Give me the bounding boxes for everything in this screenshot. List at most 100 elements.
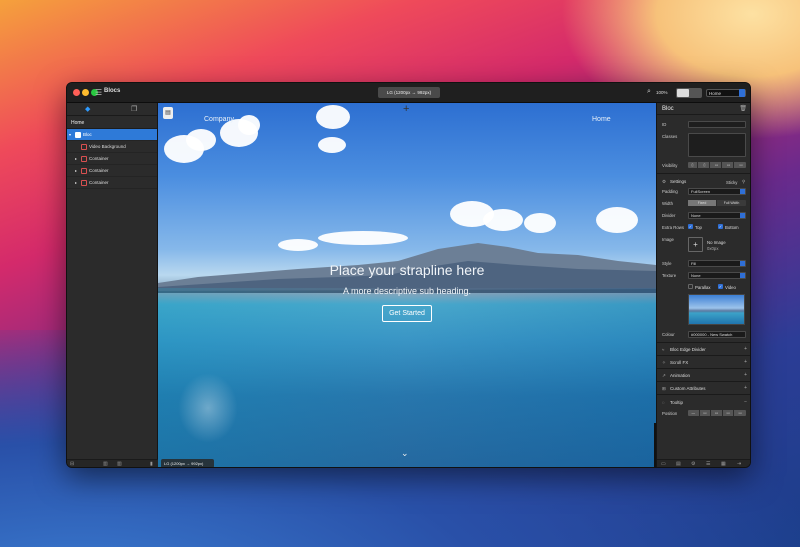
caret-right-icon[interactable]: ▸ — [75, 165, 77, 177]
texture-select[interactable]: None — [688, 272, 746, 279]
position-option[interactable]: — — [688, 410, 700, 416]
video-checkbox[interactable]: ✓ — [718, 284, 723, 289]
caret-right-icon[interactable]: ▸ — [75, 177, 77, 189]
sticky-label[interactable]: Sticky — [726, 180, 737, 185]
divider-label: Divider — [662, 213, 676, 218]
position-option[interactable]: ▭ — [723, 410, 735, 416]
caret-right-icon[interactable]: ▸ — [75, 153, 77, 165]
style-select[interactable]: Fill — [688, 260, 746, 267]
classes-field[interactable] — [688, 133, 746, 157]
cloud — [596, 207, 638, 233]
zoom-level[interactable]: 100% — [656, 90, 668, 95]
page-select[interactable]: Home — [706, 89, 746, 97]
extra-top-checkbox[interactable]: ✓ — [688, 224, 693, 229]
canvas-breakpoint-label[interactable]: LG (1200px → 992px) — [161, 459, 214, 467]
trash-icon[interactable]: ▮ — [150, 461, 153, 467]
tooltip-position-toggle[interactable]: — ▭ ▭ ▭ ▭ — [688, 410, 746, 416]
search-icon[interactable]: ⌕ — [647, 88, 651, 96]
nav-brand[interactable]: Company — [204, 116, 234, 123]
scroll-down-chevron-icon[interactable]: ⌄ — [401, 448, 409, 459]
cloud — [524, 213, 556, 233]
trash-icon[interactable]: 🗑 — [739, 105, 747, 112]
id-label: ID — [662, 122, 667, 127]
layout-icon[interactable]: ▤ — [676, 461, 681, 467]
close-window-button[interactable] — [73, 89, 80, 96]
edge-divider-icon: ≈ — [662, 347, 665, 352]
section-tooltip[interactable]: Tooltip — [670, 400, 683, 405]
cloud — [238, 115, 260, 135]
tree-item-container[interactable]: ▸ Container — [67, 165, 157, 177]
visibility-md-icon[interactable]: ▭ — [712, 162, 722, 168]
settings-icon[interactable]: ⚙ — [691, 461, 695, 467]
id-field[interactable] — [688, 121, 746, 128]
visibility-toggle[interactable]: ▯ ▯ ▭ ▭ ▭ — [688, 162, 746, 168]
padding-select[interactable]: FullScreen — [688, 188, 746, 195]
expand-icon[interactable]: + — [744, 359, 747, 365]
position-option[interactable]: ▭ — [700, 410, 712, 416]
extra-bottom-checkbox[interactable]: ✓ — [718, 224, 723, 229]
texture-label: Texture — [662, 273, 677, 278]
video-icon — [81, 144, 87, 150]
design-canvas[interactable]: ▤ + Company Home Place your strapline he… — [158, 103, 656, 467]
position-label: Position — [662, 411, 678, 416]
section-scroll-fx[interactable]: Scroll FX — [670, 360, 688, 365]
add-image-button[interactable]: + — [688, 237, 703, 252]
tree-item-container[interactable]: ▸ Container — [67, 177, 157, 189]
visibility-xl-icon[interactable]: ▭ — [736, 162, 746, 168]
visibility-xs-icon[interactable]: ▯ — [688, 162, 698, 168]
section-animation[interactable]: Animation — [670, 373, 690, 378]
expand-icon[interactable]: + — [744, 385, 747, 391]
parallax-checkbox[interactable] — [688, 284, 693, 289]
columns-icon[interactable]: ▥ — [103, 461, 108, 467]
add-bloc-icon[interactable]: + — [403, 103, 409, 115]
width-full-option[interactable]: Full Width — [717, 200, 746, 206]
bloc-handle-icon[interactable]: ▤ — [163, 107, 173, 119]
layers-icon[interactable]: ◆ — [85, 105, 90, 113]
pages-icon[interactable]: ❐ — [131, 105, 137, 113]
tree-item-label: Bloc — [83, 132, 92, 137]
caret-down-icon[interactable]: ▾ — [69, 129, 71, 141]
hero-subheading[interactable]: A more descriptive sub heading. — [158, 286, 656, 296]
width-toggle[interactable]: Fixed Full Width — [688, 200, 746, 206]
padding-value: FullScreen — [691, 189, 711, 194]
water-reflection — [178, 373, 238, 443]
width-fixed-option[interactable]: Fixed — [688, 200, 717, 206]
collapse-icon[interactable]: − — [744, 399, 747, 405]
hero-heading[interactable]: Place your strapline here — [158, 262, 656, 278]
nav-link-home[interactable]: Home — [592, 116, 611, 123]
chevron-down-icon — [740, 189, 745, 194]
list-icon[interactable]: ☰ — [706, 461, 710, 467]
export-icon[interactable]: ⇥ — [737, 461, 741, 467]
tree-item-bloc[interactable]: ▾ Bloc — [67, 129, 157, 141]
tree-item-container[interactable]: ▸ Container — [67, 153, 157, 165]
grid-icon[interactable]: ▦ — [721, 461, 726, 467]
sidebar-toggle-icon[interactable]: ☰ — [95, 88, 102, 97]
app-window: ☰ Blocs LG (1200px → 992px) ⌕ 100% Home … — [66, 82, 751, 468]
divider-select[interactable]: None — [688, 212, 746, 219]
device-breakpoint-button[interactable]: LG (1200px → 992px) — [378, 87, 440, 98]
section-bloc-edge-divider[interactable]: Bloc Edge Divider — [670, 347, 706, 352]
pin-icon[interactable]: ⚲ — [742, 179, 745, 185]
minimize-window-button[interactable] — [82, 89, 89, 96]
collapse-icon[interactable]: ⊟ — [70, 461, 74, 467]
structure-panel-footer: ⊟ ▥ ▥ ▮ — [67, 459, 158, 467]
expand-icon[interactable]: + — [744, 372, 747, 378]
visibility-label: Visibility — [662, 163, 678, 168]
position-option[interactable]: ▭ — [711, 410, 723, 416]
tree-item-video-background[interactable]: Video Background — [67, 141, 157, 153]
visibility-lg-icon[interactable]: ▭ — [724, 162, 734, 168]
section-custom-attributes[interactable]: Custom Attributes — [670, 386, 706, 391]
position-option[interactable]: ▭ — [734, 410, 746, 416]
get-started-button[interactable]: Get Started — [382, 305, 432, 322]
tree-item-label: Container — [89, 156, 109, 161]
view-mode-toggle[interactable] — [676, 88, 702, 98]
visibility-sm-icon[interactable]: ▯ — [700, 162, 710, 168]
background-thumbnail[interactable] — [688, 294, 745, 325]
style-value: Fill — [691, 261, 697, 266]
tree-item-label: Container — [89, 168, 109, 173]
expand-icon[interactable]: + — [744, 346, 747, 352]
view-mode-active[interactable] — [677, 89, 689, 97]
rows-icon[interactable]: ▥ — [117, 461, 122, 467]
image-icon[interactable]: ▭ — [661, 461, 666, 467]
colour-select[interactable]: #000000 - New Swatch — [688, 331, 746, 338]
